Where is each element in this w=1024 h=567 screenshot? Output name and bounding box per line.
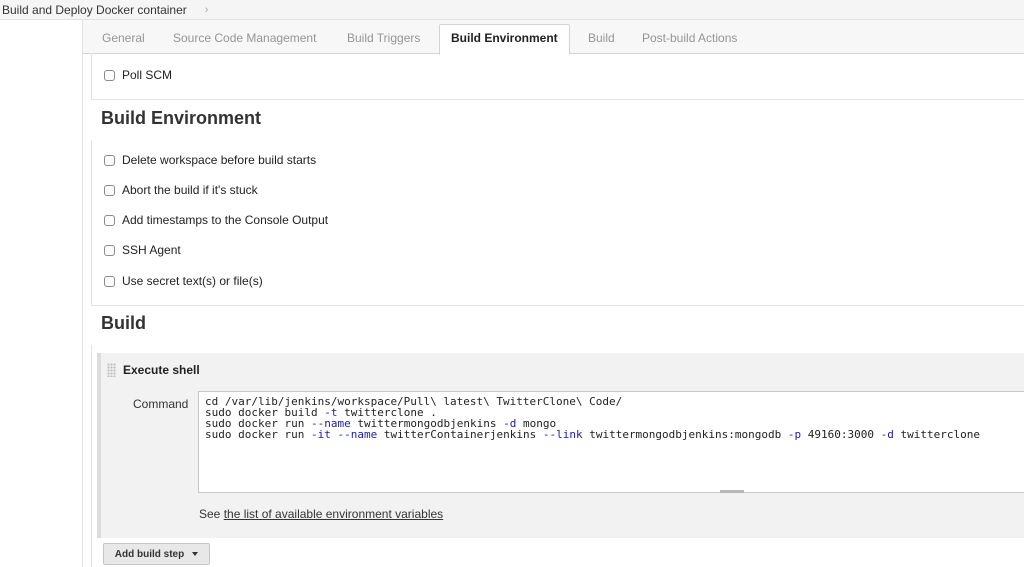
secret-text-option: Use secret text(s) or file(s)	[104, 274, 263, 288]
delete-workspace-checkbox[interactable]	[104, 154, 115, 166]
breadcrumb-job-link[interactable]: Build and Deploy Docker container	[0, 3, 187, 17]
env-vars-link[interactable]: the list of available environment variab…	[224, 507, 443, 521]
breadcrumb: Build and Deploy Docker container ›	[0, 0, 1024, 20]
page-left-border	[82, 20, 83, 567]
build-heading: Build	[101, 313, 146, 333]
abort-if-stuck-label: Abort the build if it's stuck	[122, 183, 258, 197]
section-divider	[91, 305, 1024, 306]
caret-down-icon	[192, 552, 199, 556]
ssh-agent-label: SSH Agent	[122, 243, 181, 257]
section-divider	[91, 99, 1024, 100]
add-timestamps-checkbox[interactable]	[104, 214, 115, 226]
abort-if-stuck-checkbox[interactable]	[104, 184, 115, 196]
poll-scm-label: Poll SCM	[122, 68, 173, 82]
drag-handle-icon[interactable]	[107, 363, 116, 377]
add-timestamps-label: Add timestamps to the Console Output	[122, 213, 329, 227]
tab-build[interactable]: Build	[588, 31, 615, 45]
see-prefix: See	[199, 507, 221, 521]
env-vars-help: See the list of available environment va…	[199, 507, 443, 521]
textarea-resize-grip[interactable]	[720, 490, 744, 493]
delete-workspace-option: Delete workspace before build starts	[104, 153, 316, 167]
command-textarea[interactable]: cd /var/lib/jenkins/workspace/Pull\ late…	[198, 391, 1024, 493]
breadcrumb-separator-icon[interactable]: ›	[205, 4, 209, 16]
ssh-agent-option: SSH Agent	[104, 243, 181, 257]
config-tab-bar: General Source Code Management Build Tri…	[83, 20, 1024, 55]
execute-shell-title: Execute shell	[123, 363, 200, 377]
secret-text-checkbox[interactable]	[104, 275, 115, 287]
tab-build-environment[interactable]: Build Environment	[439, 24, 570, 55]
delete-workspace-label: Delete workspace before build starts	[122, 153, 317, 167]
add-build-step-button[interactable]: Add build step	[103, 543, 210, 565]
section-border	[91, 345, 92, 567]
tab-post-build-actions[interactable]: Post-build Actions	[642, 31, 737, 45]
secret-text-label: Use secret text(s) or file(s)	[122, 274, 263, 288]
build-environment-heading: Build Environment	[101, 108, 262, 128]
execute-shell-header: Execute shell	[107, 363, 200, 377]
add-timestamps-option: Add timestamps to the Console Output	[104, 213, 328, 227]
poll-scm-option: Poll SCM	[104, 68, 172, 82]
tab-general[interactable]: General	[102, 31, 145, 45]
poll-scm-checkbox[interactable]	[104, 69, 115, 81]
command-line: sudo docker run -it --name twitterContai…	[205, 428, 980, 441]
tab-build-triggers[interactable]: Build Triggers	[347, 31, 420, 45]
add-build-step-label: Add build step	[114, 548, 185, 560]
section-border	[91, 53, 92, 99]
section-border	[91, 140, 92, 305]
command-label: Command	[133, 397, 189, 411]
abort-if-stuck-option: Abort the build if it's stuck	[104, 183, 258, 197]
tab-source-code-management[interactable]: Source Code Management	[173, 31, 316, 45]
ssh-agent-checkbox[interactable]	[104, 244, 115, 256]
